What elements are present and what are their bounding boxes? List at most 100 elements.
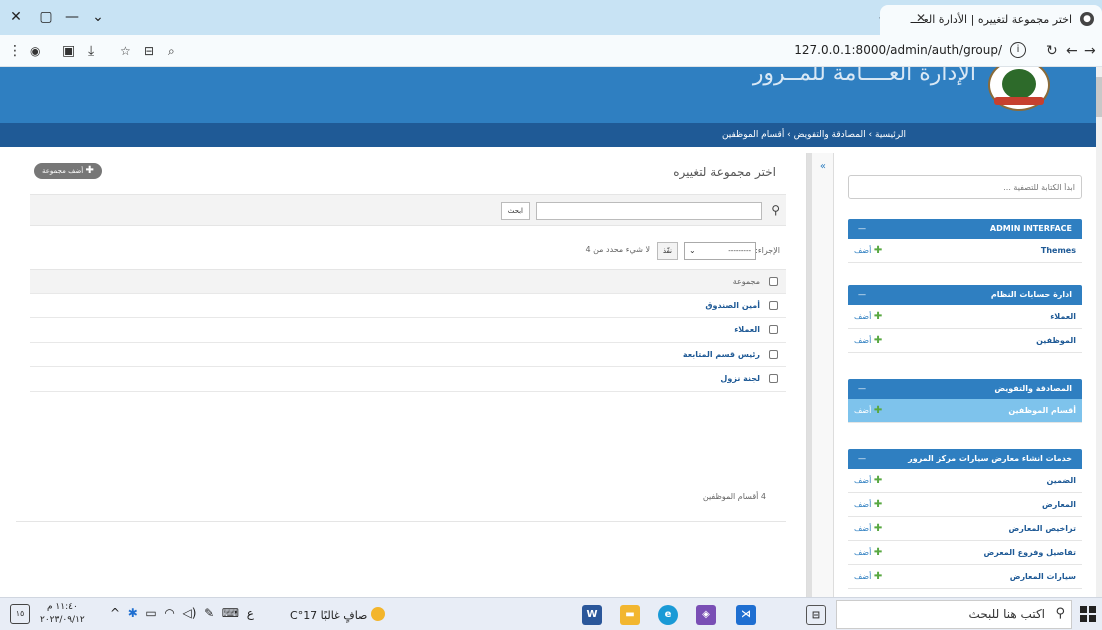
table-row: أمين الصندوق bbox=[30, 294, 786, 318]
sidebar-scrollbar[interactable] bbox=[807, 153, 812, 597]
window-restore-icon[interactable]: ▢ bbox=[36, 7, 56, 27]
scrollbar-thumb[interactable] bbox=[1096, 77, 1102, 117]
module-caption[interactable]: خدمات انشاء معارض سيارات مركز المرور — bbox=[848, 449, 1082, 469]
battery-icon[interactable]: ▭ bbox=[145, 606, 156, 620]
sidebar-toggle-icon[interactable]: ▣ bbox=[62, 42, 75, 60]
row-link[interactable]: لجنة نزول bbox=[720, 374, 760, 383]
search-button[interactable]: ابحث bbox=[500, 202, 530, 220]
page-scrollbar[interactable] bbox=[1096, 67, 1102, 597]
add-link[interactable]: ✚ أضف bbox=[854, 245, 882, 256]
module-caption[interactable]: ادارة حسابات النظام — bbox=[848, 285, 1082, 305]
tab-close-icon[interactable]: ✕ bbox=[916, 11, 926, 25]
language-indicator[interactable]: ع bbox=[247, 606, 254, 620]
module-caption[interactable]: المصادقة والتفويض — bbox=[848, 379, 1082, 399]
row-checkbox[interactable] bbox=[769, 349, 778, 359]
plus-icon: ✚ bbox=[873, 523, 883, 534]
taskbar-clock[interactable]: ١١:٤٠ م ٢٠٢٣/٠٩/١٢ bbox=[40, 601, 85, 627]
model-link[interactable]: العملاء bbox=[1050, 312, 1076, 321]
add-link[interactable]: ✚ أضف bbox=[854, 547, 882, 558]
search-page-icon[interactable]: ⌕ bbox=[168, 42, 175, 60]
browser-tab[interactable]: ● اختر مجموعة لتغييره | الأدارة العــــ … bbox=[880, 5, 1102, 35]
refresh-icon[interactable]: ↻ bbox=[1046, 42, 1058, 60]
window-minimize-icon[interactable]: — bbox=[62, 7, 82, 27]
read-aloud-icon[interactable]: ⊟ bbox=[144, 42, 154, 60]
browser-menu-icon[interactable]: ⋮ bbox=[8, 42, 22, 60]
model-link[interactable]: المعارض bbox=[1042, 500, 1076, 509]
add-link[interactable]: ✚ أضف bbox=[854, 571, 882, 582]
nav-filter[interactable] bbox=[848, 175, 1082, 199]
add-label: أضف bbox=[854, 500, 872, 509]
model-link[interactable]: تفاصيل وفروع المعرض bbox=[984, 548, 1076, 557]
site-info-icon[interactable]: i bbox=[1010, 42, 1026, 58]
model-link[interactable]: Themes bbox=[1041, 246, 1076, 255]
add-label: أضف bbox=[854, 548, 872, 557]
browser-tab-bar: ✕ ▢ — ⌄ + ● اختر مجموعة لتغييره | الأدار… bbox=[0, 0, 1102, 35]
collapse-dash-icon[interactable]: — bbox=[858, 219, 866, 239]
model-link[interactable]: الضمين bbox=[1047, 476, 1076, 485]
keyboard-icon[interactable]: ⌨ bbox=[222, 606, 239, 620]
breadcrumb[interactable]: الرئيسية › المصادقة والتفويض › أقسام الم… bbox=[0, 123, 1096, 147]
row-link[interactable]: رئيس قسم المتابعة bbox=[683, 350, 760, 359]
notification-icon[interactable]: ١٥ bbox=[10, 604, 30, 624]
go-button[interactable]: نفّذ bbox=[656, 242, 678, 260]
collapse-dash-icon[interactable]: — bbox=[858, 449, 866, 469]
page-title: اختر مجموعة لتغييره bbox=[673, 165, 776, 179]
address-bar[interactable]: 127.0.0.1:8000/admin/auth/group/ i bbox=[190, 39, 1030, 63]
row-link[interactable]: العملاء bbox=[734, 325, 760, 334]
site-title[interactable]: الإدارة العــــامة للمــرور bbox=[753, 67, 976, 86]
add-link[interactable]: ✚ أضف bbox=[854, 311, 882, 322]
model-link[interactable]: تراخيص المعارض bbox=[1009, 524, 1076, 533]
plus-icon: ✚ bbox=[873, 245, 883, 256]
column-header[interactable]: مجموعة bbox=[733, 277, 760, 286]
collapse-dash-icon[interactable]: — bbox=[858, 379, 866, 399]
app-icon[interactable]: ◈ bbox=[696, 605, 716, 625]
model-link[interactable]: الموظفين bbox=[1036, 336, 1076, 345]
row-checkbox[interactable] bbox=[769, 325, 778, 334]
add-link[interactable]: ✚ أضف bbox=[854, 523, 882, 534]
taskbar-search[interactable]: ⚲ اكتب هنا للبحث bbox=[836, 600, 1072, 629]
module-row-cars: سيارات المعارض ✚ أضف bbox=[848, 565, 1082, 589]
system-tray[interactable]: ^ ✱ ▭ ◠ ◁) ✎ ⌨ ع bbox=[110, 606, 254, 620]
download-icon[interactable]: ⤓ bbox=[88, 42, 94, 60]
action-select[interactable]: --------- ⌄ bbox=[684, 242, 756, 260]
search-input[interactable] bbox=[536, 202, 762, 220]
tab-title: اختر مجموعة لتغييره | الأدارة العــــ bbox=[910, 13, 1072, 26]
row-checkbox[interactable] bbox=[769, 374, 778, 383]
add-link[interactable]: ✚ أضف bbox=[854, 499, 882, 510]
model-link[interactable]: أقسام الموظفين bbox=[1008, 406, 1076, 415]
table-row: العملاء bbox=[30, 318, 786, 343]
forward-arrow-icon[interactable]: → bbox=[1084, 42, 1096, 60]
row-link[interactable]: أمين الصندوق bbox=[705, 301, 760, 310]
windows-start-icon[interactable] bbox=[1080, 606, 1096, 622]
model-link[interactable]: سيارات المعارض bbox=[1010, 572, 1076, 581]
row-checkbox[interactable] bbox=[769, 300, 778, 310]
word-icon[interactable]: W bbox=[582, 605, 602, 625]
nav-filter-input[interactable] bbox=[849, 176, 1081, 198]
tab-list-chevron-icon[interactable]: ⌄ bbox=[88, 7, 108, 27]
sidebar-toggle-button[interactable]: » bbox=[820, 161, 826, 172]
favorite-star-icon[interactable]: ☆ bbox=[120, 42, 131, 60]
add-link[interactable]: ✚ أضف bbox=[854, 475, 882, 486]
window-close-icon[interactable]: ✕ bbox=[6, 7, 26, 27]
volume-icon[interactable]: ◁) bbox=[183, 606, 197, 620]
file-explorer-icon[interactable]: ▬ bbox=[620, 605, 640, 625]
select-all-checkbox[interactable] bbox=[769, 277, 778, 286]
add-link[interactable]: ✚ أضف bbox=[854, 335, 882, 346]
add-group-button[interactable]: ✚ أضف مجموعة bbox=[34, 163, 102, 179]
extension-icon[interactable]: ◉ bbox=[30, 42, 40, 60]
module-caption[interactable]: ADMIN INTERFACE — bbox=[848, 219, 1082, 239]
weather-widget[interactable]: صافٍ غالبًا 17°C bbox=[290, 607, 386, 622]
add-link[interactable]: ✚ أضف bbox=[854, 405, 882, 416]
back-arrow-icon[interactable]: ← bbox=[1066, 42, 1078, 60]
plus-icon: ✚ bbox=[873, 475, 883, 486]
tray-chevron-icon[interactable]: ^ bbox=[110, 606, 120, 620]
wifi-icon[interactable]: ◠ bbox=[164, 606, 174, 620]
vscode-icon[interactable]: ⋊ bbox=[736, 605, 756, 625]
plus-icon: ✚ bbox=[873, 335, 883, 346]
plus-icon: ✚ bbox=[873, 499, 883, 510]
task-view-icon[interactable]: ⊟ bbox=[806, 605, 826, 625]
edge-browser-icon[interactable]: e bbox=[658, 605, 678, 625]
collapse-dash-icon[interactable]: — bbox=[858, 285, 866, 305]
bluetooth-icon[interactable]: ✱ bbox=[128, 606, 138, 620]
pen-icon[interactable]: ✎ bbox=[204, 606, 214, 620]
